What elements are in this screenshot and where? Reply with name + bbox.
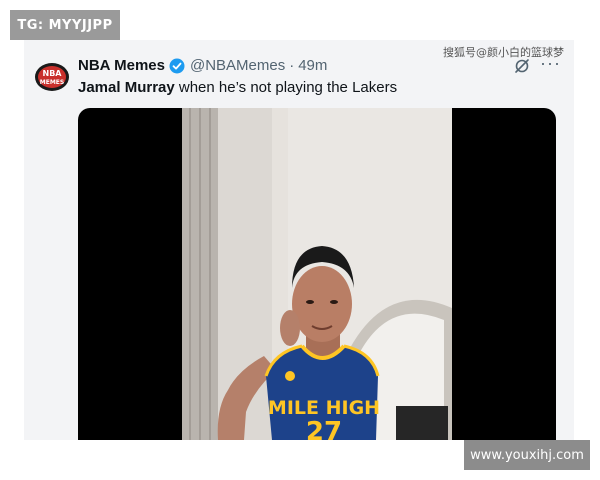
separator-dot: · — [289, 57, 295, 74]
jersey-number: 27 — [306, 417, 342, 440]
tweet-text: Jamal Murray when he’s not playing the L… — [78, 79, 397, 96]
author-handle[interactable]: @NBAMemes — [190, 57, 285, 74]
jumpman-icon — [285, 371, 295, 381]
tweet-text-subject: Jamal Murray — [78, 79, 175, 96]
avatar-text-nba: NBA — [43, 69, 63, 78]
tweet-text-body: when he’s not playing the Lakers — [174, 79, 398, 96]
avatar-text-memes: MEMES — [40, 79, 64, 86]
tweet-header: NBA Memes @NBAMemes · 49m — [78, 57, 327, 74]
verified-badge-icon — [169, 58, 185, 73]
site-watermark: www.youxihj.com — [464, 440, 590, 470]
author-name[interactable]: NBA Memes — [78, 57, 165, 74]
avatar[interactable]: NBA MEMES — [34, 62, 70, 92]
grok-icon[interactable] — [514, 58, 530, 74]
video-player[interactable]: MILE HIGH 27 — [78, 108, 556, 440]
jersey-text: MILE HIGH — [268, 397, 380, 419]
more-options-icon[interactable]: ··· — [540, 54, 561, 72]
tweet-time[interactable]: 49m — [298, 57, 327, 74]
video-frame: MILE HIGH 27 — [182, 108, 452, 440]
tg-watermark: TG: MYYJJPP — [10, 10, 120, 40]
